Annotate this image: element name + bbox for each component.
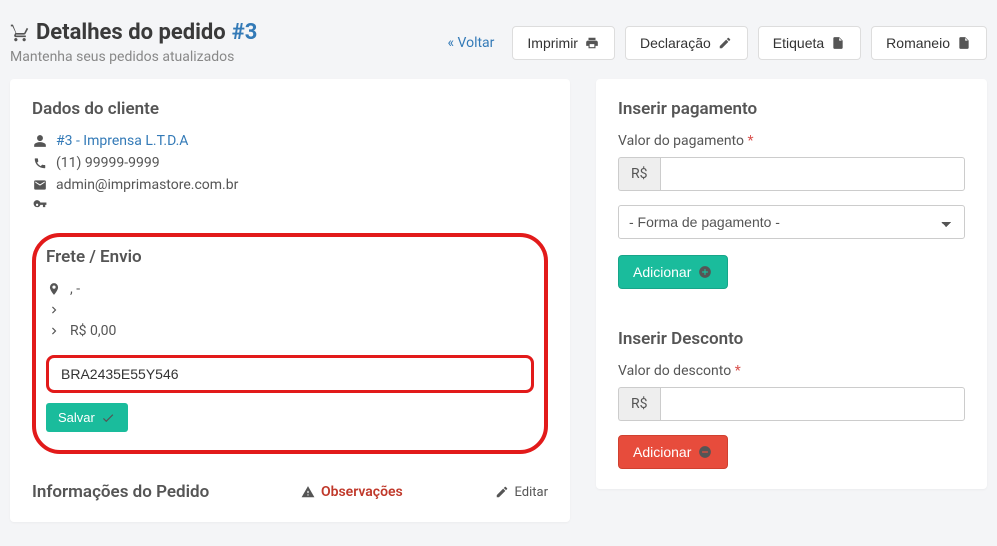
- currency-addon: R$: [618, 387, 660, 421]
- customer-heading: Dados do cliente: [32, 99, 548, 119]
- check-icon: [100, 411, 116, 425]
- order-info-heading: Informações do Pedido: [32, 482, 209, 502]
- mail-icon: [32, 178, 48, 192]
- minus-circle-icon: [697, 445, 713, 459]
- tracking-input[interactable]: [46, 355, 534, 393]
- file-icon: [830, 36, 846, 50]
- order-number: #3: [232, 20, 258, 45]
- edit-link[interactable]: Editar: [494, 485, 549, 500]
- shipping-highlight: Frete / Envio , - R$ 0,00 Salvar: [32, 233, 548, 454]
- label-button[interactable]: Etiqueta: [758, 26, 861, 60]
- payment-value-input[interactable]: [660, 157, 966, 191]
- key-icon: [32, 199, 48, 213]
- print-icon: [584, 36, 600, 50]
- discount-heading: Inserir Desconto: [618, 329, 965, 349]
- chevron-right-icon: [46, 324, 62, 338]
- warning-icon: [300, 485, 316, 499]
- customer-email: admin@imprimastore.com.br: [56, 177, 238, 193]
- print-button[interactable]: Imprimir: [512, 26, 615, 60]
- save-button[interactable]: Salvar: [46, 403, 128, 432]
- pencil-icon: [494, 485, 510, 499]
- payment-value-label: Valor do pagamento *: [618, 133, 965, 149]
- currency-addon: R$: [618, 157, 660, 191]
- add-discount-button[interactable]: Adicionar: [618, 435, 728, 469]
- file-icon: [956, 36, 972, 50]
- title-text: Detalhes do pedido: [36, 20, 226, 45]
- phone-icon: [32, 156, 48, 170]
- chevron-right-icon: [46, 303, 62, 317]
- observations-link[interactable]: Observações: [300, 484, 403, 500]
- payment-heading: Inserir pagamento: [618, 99, 965, 119]
- customer-phone: (11) 99999-9999: [56, 155, 160, 171]
- shipping-address: , -: [70, 281, 80, 297]
- discount-value-label: Valor do desconto *: [618, 363, 965, 379]
- customer-link[interactable]: #3 - Imprensa L.T.D.A: [56, 133, 188, 149]
- discount-value-input[interactable]: [660, 387, 966, 421]
- shipping-cost: R$ 0,00: [70, 323, 116, 339]
- pin-icon: [46, 282, 62, 296]
- cart-icon: [10, 23, 30, 43]
- shipping-heading: Frete / Envio: [46, 247, 534, 267]
- plus-circle-icon: [697, 265, 713, 279]
- packing-button[interactable]: Romaneio: [871, 26, 987, 60]
- payment-method-select[interactable]: - Forma de pagamento -: [618, 205, 965, 239]
- back-link[interactable]: « Voltar: [439, 29, 502, 57]
- add-payment-button[interactable]: Adicionar: [618, 255, 728, 289]
- user-icon: [32, 134, 48, 148]
- page-title: Detalhes do pedido #3: [10, 20, 257, 45]
- declaration-button[interactable]: Declaração: [625, 26, 748, 60]
- page-subtitle: Mantenha seus pedidos atualizados: [10, 49, 257, 65]
- edit-doc-icon: [717, 36, 733, 50]
